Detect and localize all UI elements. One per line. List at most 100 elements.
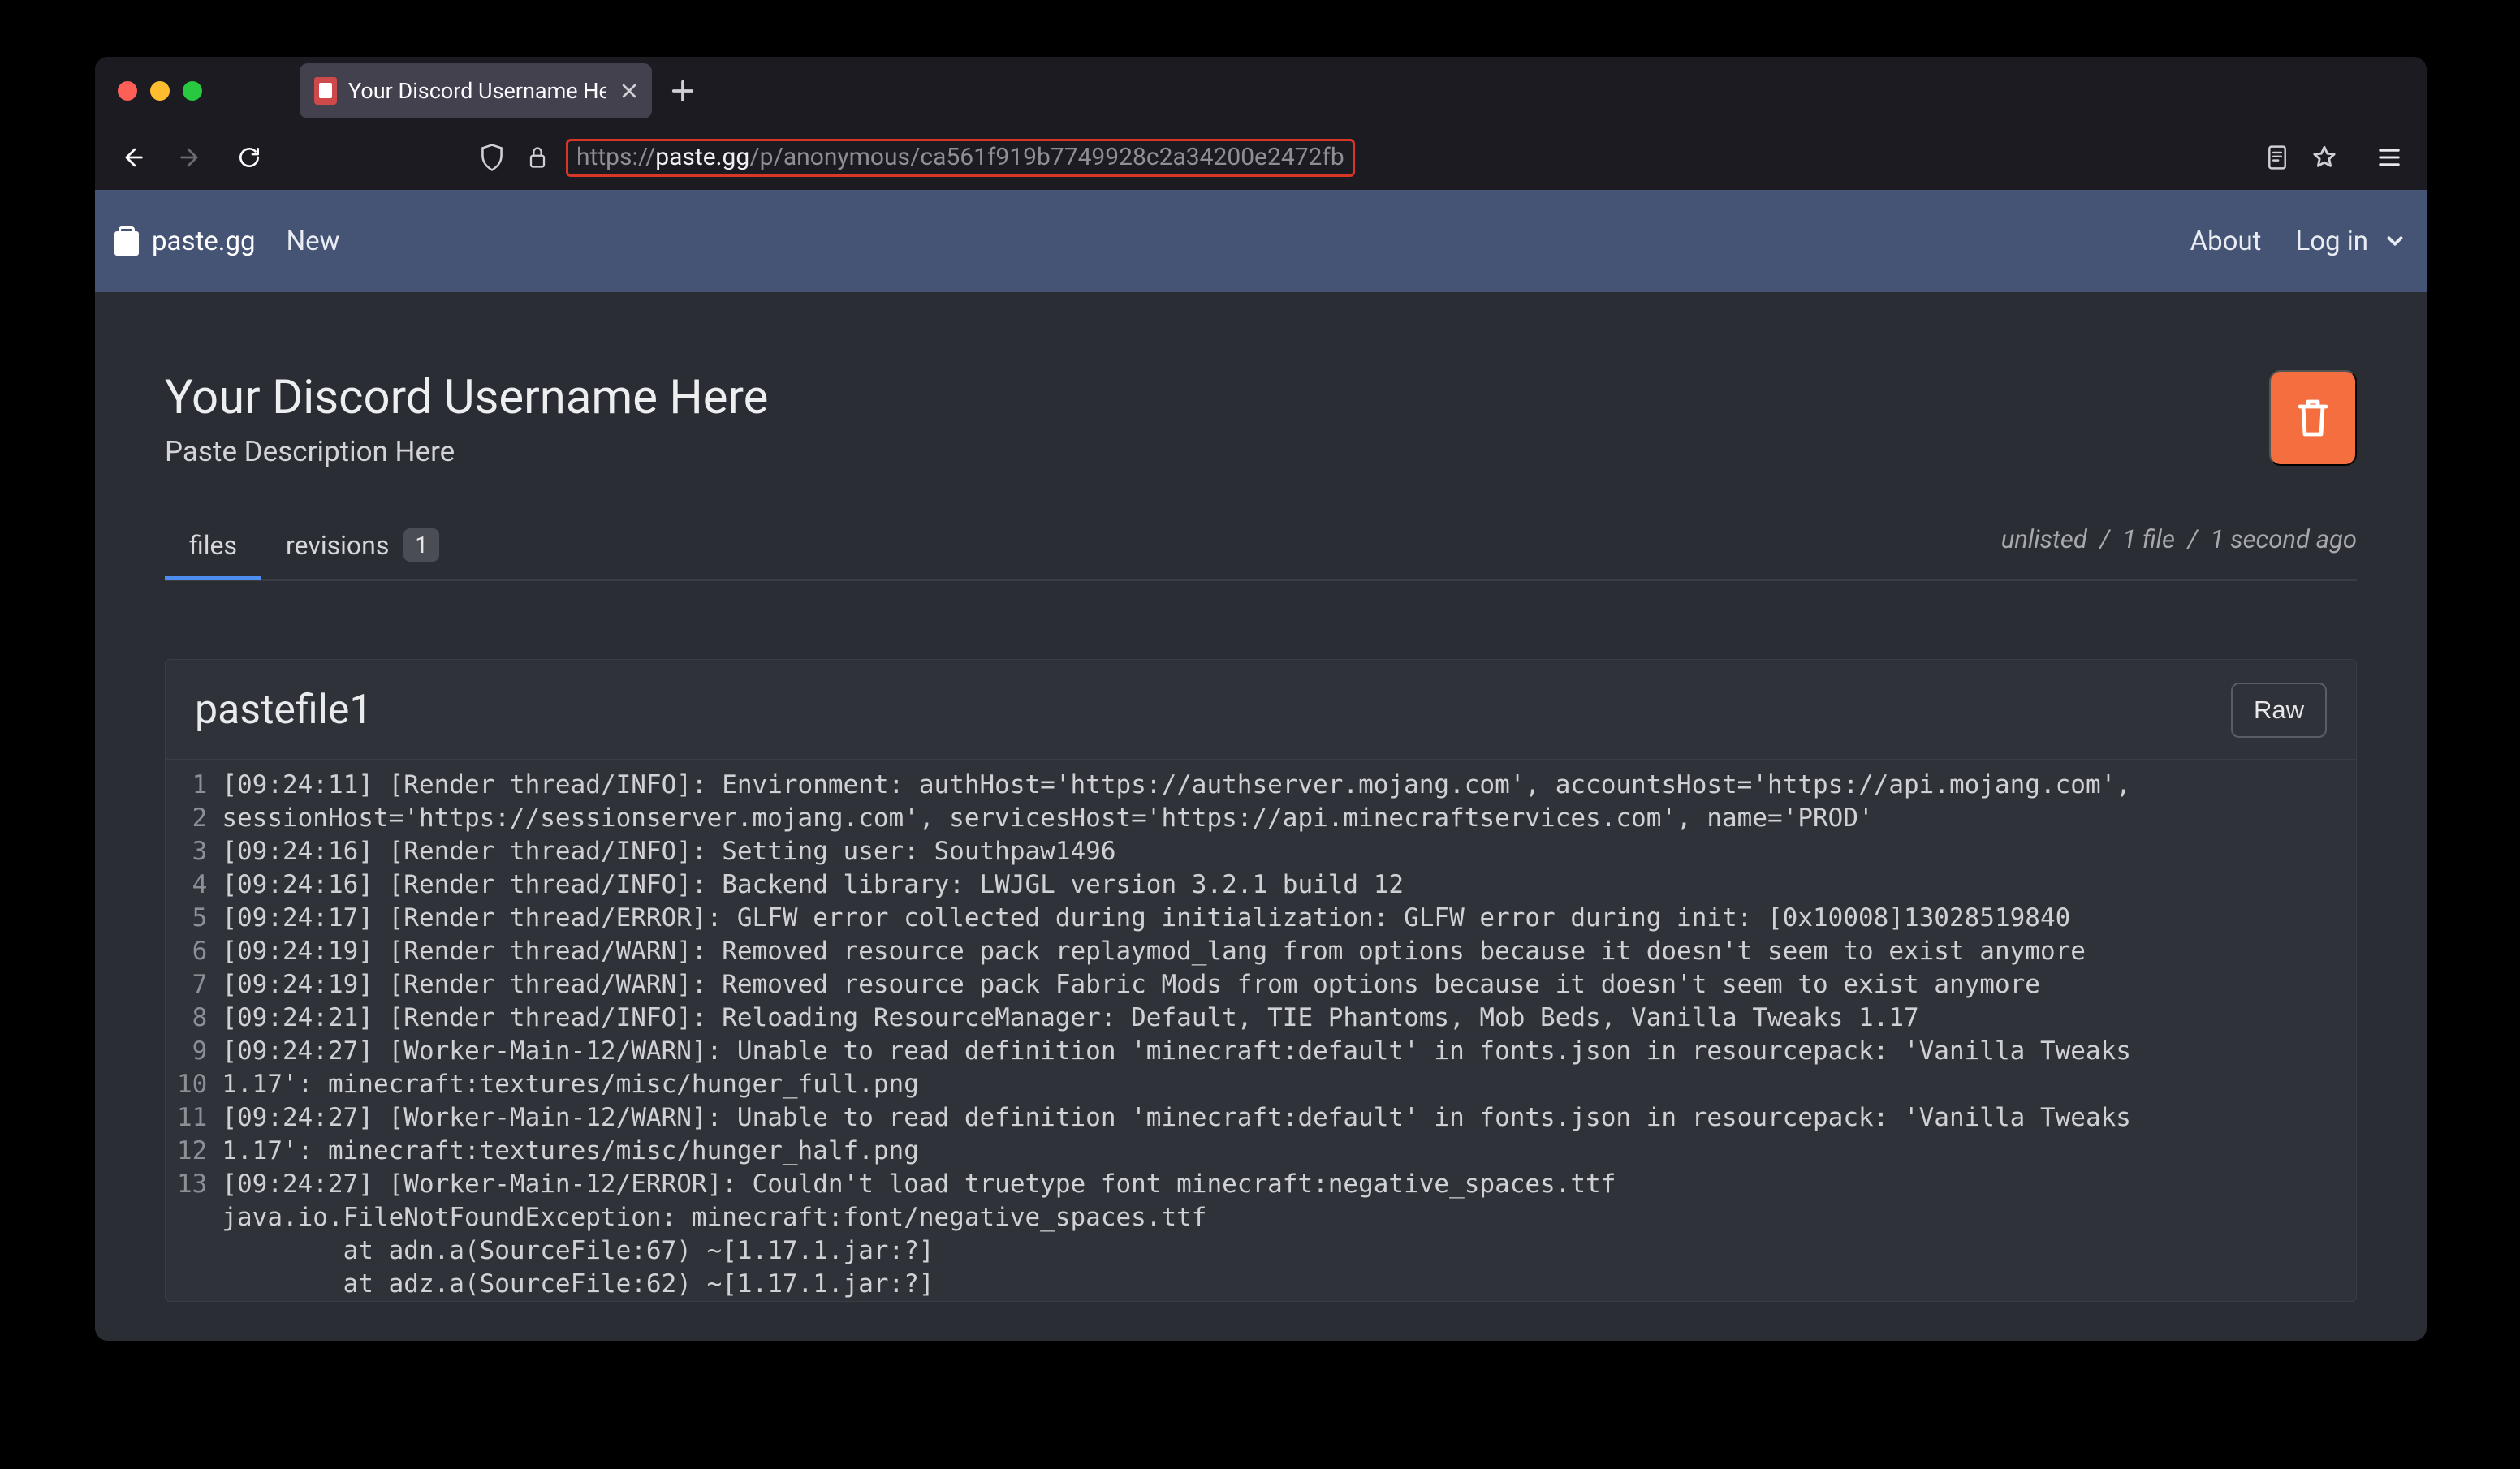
code-line: at adz.a(SourceFile:62) ~[1.17.1.jar:?] xyxy=(222,1268,2131,1301)
page-icon xyxy=(2265,144,2289,171)
browser-toolbar: https://paste.gg/p/anonymous/ca561f919b7… xyxy=(95,125,2427,190)
code-line: [09:24:19] [Render thread/WARN]: Removed… xyxy=(222,935,2131,968)
url-bar[interactable]: https://paste.gg/p/anonymous/ca561f919b7… xyxy=(470,132,2352,183)
reload-icon xyxy=(236,144,262,170)
code-line: [09:24:19] [Render thread/WARN]: Removed… xyxy=(222,968,2131,1002)
url-host: paste.gg xyxy=(655,143,749,171)
tab-title-main: Your Discord Username Here xyxy=(348,78,606,104)
reader-mode-button[interactable] xyxy=(2259,140,2295,175)
tab-title: Your Discord Username Here · p xyxy=(348,78,606,104)
tracking-protection-button[interactable] xyxy=(475,140,509,174)
paste-description: Paste Description Here xyxy=(165,435,768,468)
navbar-right: About Log in xyxy=(2190,226,2407,257)
code-lines: [09:24:11] [Render thread/INFO]: Environ… xyxy=(222,769,2147,1301)
app-menu-button[interactable] xyxy=(2368,136,2410,179)
line-number: 10 xyxy=(177,1068,207,1101)
reload-button[interactable] xyxy=(228,136,270,179)
tab-revisions-label: revisions xyxy=(286,530,389,561)
arrow-right-icon xyxy=(177,144,205,171)
file-header: pastefile1 Raw xyxy=(166,660,2356,760)
arrow-left-icon xyxy=(119,144,146,171)
hamburger-icon xyxy=(2377,147,2401,168)
tab-favicon-icon xyxy=(314,77,337,105)
nav-new-link[interactable]: New xyxy=(287,226,340,257)
code-line: at adn.a(SourceFile:67) ~[1.17.1.jar:?] xyxy=(222,1234,2131,1268)
url-text[interactable]: https://paste.gg/p/anonymous/ca561f919b7… xyxy=(566,139,1355,177)
brand-link[interactable]: paste.gg xyxy=(114,226,256,257)
tab-files[interactable]: files xyxy=(165,515,261,579)
line-number: 9 xyxy=(177,1035,207,1068)
delete-paste-button[interactable] xyxy=(2269,370,2357,466)
code-line: sessionHost='https://sessionserver.mojan… xyxy=(222,802,2131,835)
browser-titlebar: Your Discord Username Here · p xyxy=(95,57,2427,125)
raw-button[interactable]: Raw xyxy=(2231,683,2327,738)
line-number: 11 xyxy=(177,1101,207,1135)
file-name: pastefile1 xyxy=(195,687,372,734)
line-number: 6 xyxy=(177,935,207,968)
code-line: [09:24:16] [Render thread/INFO]: Backend… xyxy=(222,868,2131,902)
browser-tab[interactable]: Your Discord Username Here · p xyxy=(300,63,652,118)
code-line: [09:24:27] [Worker-Main-12/ERROR]: Could… xyxy=(222,1168,2131,1201)
line-number: 4 xyxy=(177,868,207,902)
nav-login-dropdown[interactable]: Log in xyxy=(2295,226,2407,257)
code-line: 1.17': minecraft:textures/misc/hunger_fu… xyxy=(222,1068,2131,1101)
url-path: /p/anonymous/ca561f919b7749928c2a34200e2… xyxy=(749,143,1344,171)
meta-visibility: unlisted xyxy=(2001,524,2087,554)
paste-tabs: files revisions 1 unlisted / 1 file / 1 … xyxy=(165,514,2357,581)
code-line: [09:24:16] [Render thread/INFO]: Setting… xyxy=(222,835,2131,868)
back-button[interactable] xyxy=(111,136,153,179)
code-line: java.io.FileNotFoundException: minecraft… xyxy=(222,1201,2131,1234)
new-tab-button[interactable] xyxy=(655,63,710,118)
meta-age: 1 second ago xyxy=(2211,524,2357,554)
page-body: Your Discord Username Here Paste Descrip… xyxy=(95,292,2427,1302)
meta-sep-1: / xyxy=(2099,524,2109,554)
bookmark-button[interactable] xyxy=(2306,140,2342,175)
window-zoom-button[interactable] xyxy=(183,81,202,101)
code-line: [09:24:11] [Render thread/INFO]: Environ… xyxy=(222,769,2131,802)
star-icon xyxy=(2311,144,2338,171)
file-card: pastefile1 Raw 12345678910111213 [09:24:… xyxy=(165,659,2357,1302)
paste-meta: unlisted / 1 file / 1 second ago xyxy=(2001,524,2357,569)
forward-button[interactable] xyxy=(170,136,212,179)
line-number-gutter: 12345678910111213 xyxy=(166,769,222,1301)
line-number: 12 xyxy=(177,1135,207,1168)
paste-header: Your Discord Username Here Paste Descrip… xyxy=(165,370,2357,468)
window-close-button[interactable] xyxy=(118,81,137,101)
line-number: 13 xyxy=(177,1168,207,1201)
browser-window: Your Discord Username Here · p xyxy=(95,57,2427,1341)
site-identity-button[interactable] xyxy=(520,140,554,174)
tab-revisions[interactable]: revisions 1 xyxy=(261,514,464,579)
code-line: 1.17': minecraft:textures/misc/hunger_ha… xyxy=(222,1135,2131,1168)
brand-text: paste.gg xyxy=(152,226,256,257)
line-number: 2 xyxy=(177,802,207,835)
code-line: [09:24:27] [Worker-Main-12/WARN]: Unable… xyxy=(222,1035,2131,1068)
tab-files-label: files xyxy=(189,530,237,561)
line-number: 1 xyxy=(177,769,207,802)
shield-icon xyxy=(479,143,505,172)
window-minimize-button[interactable] xyxy=(150,81,170,101)
nav-about-link[interactable]: About xyxy=(2190,226,2262,257)
window-controls xyxy=(118,81,202,101)
code-line: [09:24:21] [Render thread/INFO]: Reloadi… xyxy=(222,1002,2131,1035)
code-line: [09:24:27] [Worker-Main-12/WARN]: Unable… xyxy=(222,1101,2131,1135)
site-navbar: paste.gg New About Log in xyxy=(95,190,2427,292)
code-line: [09:24:17] [Render thread/ERROR]: GLFW e… xyxy=(222,902,2131,935)
meta-sep-2: / xyxy=(2188,524,2198,554)
line-number: 7 xyxy=(177,968,207,1002)
url-scheme: https:// xyxy=(576,143,655,171)
tab-close-button[interactable] xyxy=(618,80,641,102)
chevron-down-icon xyxy=(2383,229,2407,253)
code-block[interactable]: 12345678910111213 [09:24:11] [Render thr… xyxy=(166,760,2356,1301)
page-content: paste.gg New About Log in Your Discord U… xyxy=(95,190,2427,1341)
paste-title: Your Discord Username Here xyxy=(165,370,768,425)
close-icon xyxy=(620,82,638,100)
line-number: 3 xyxy=(177,835,207,868)
paste-header-text: Your Discord Username Here Paste Descrip… xyxy=(165,370,768,468)
revisions-count-badge: 1 xyxy=(403,528,439,562)
line-number: 8 xyxy=(177,1002,207,1035)
lock-icon xyxy=(526,144,549,170)
plus-icon xyxy=(671,79,695,103)
line-number: 5 xyxy=(177,902,207,935)
nav-login-label: Log in xyxy=(2295,226,2368,257)
meta-files: 1 file xyxy=(2122,524,2174,554)
